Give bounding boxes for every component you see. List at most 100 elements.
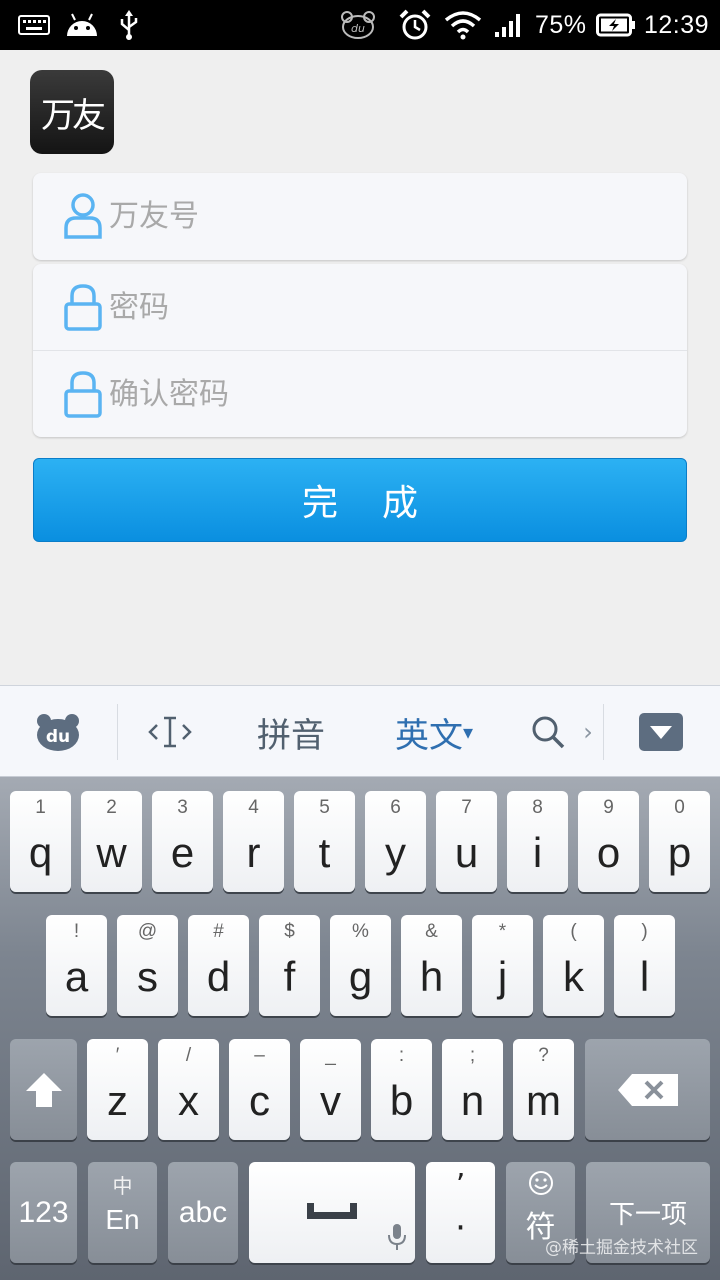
watermark: @稀土掘金技术社区 bbox=[545, 1238, 698, 1258]
key-h[interactable]: & h bbox=[401, 915, 462, 1016]
done-button[interactable]: 完成 bbox=[33, 458, 687, 542]
ime-toolbar: du 拼音 英文 ▾ › bbox=[0, 685, 720, 777]
key-secondary-label: : bbox=[398, 1045, 405, 1066]
key-secondary-label: 2 bbox=[106, 797, 117, 818]
password-input[interactable] bbox=[109, 282, 667, 332]
clock: 12:39 bbox=[644, 10, 710, 39]
key-r[interactable]: 4r bbox=[223, 791, 284, 892]
space-key[interactable] bbox=[249, 1162, 415, 1263]
password-field bbox=[33, 264, 687, 350]
key-primary-label: g bbox=[348, 953, 373, 1000]
english-mode-label: 英文 bbox=[394, 715, 463, 756]
key-secondary-label: – bbox=[254, 1045, 265, 1066]
key-primary-label: f bbox=[283, 953, 296, 1000]
key-secondary-label: / bbox=[185, 1045, 192, 1066]
signal-icon bbox=[494, 0, 524, 50]
baidu-ime-icon: du bbox=[340, 0, 376, 50]
key-secondary-label: 0 bbox=[674, 797, 685, 818]
key-e[interactable]: 3e bbox=[152, 791, 213, 892]
account-field bbox=[33, 173, 687, 259]
app-logo-text: 万友 bbox=[41, 95, 106, 136]
punctuation-key[interactable]: ’ · bbox=[426, 1162, 495, 1263]
password-card bbox=[33, 264, 687, 437]
chevron-down-icon: ▾ bbox=[462, 720, 474, 744]
pinyin-mode-tab[interactable]: 拼音 bbox=[248, 686, 334, 778]
key-x[interactable]: / x bbox=[158, 1039, 219, 1140]
account-input[interactable] bbox=[109, 191, 667, 241]
punct-key-top: ’ bbox=[455, 1168, 466, 1203]
key-secondary-label: 8 bbox=[532, 797, 543, 818]
key-j[interactable]: * j bbox=[472, 915, 533, 1016]
key-secondary-label: & bbox=[425, 921, 438, 942]
key-primary-label: x bbox=[178, 1077, 199, 1124]
search-icon[interactable] bbox=[526, 686, 570, 778]
key-b[interactable]: :b bbox=[371, 1039, 432, 1140]
key-secondary-label: 6 bbox=[390, 797, 401, 818]
key-primary-label: k bbox=[563, 953, 584, 1000]
key-secondary-label: @ bbox=[137, 921, 158, 942]
app-logo: 万友 bbox=[30, 70, 114, 154]
lock-icon bbox=[64, 284, 102, 331]
confirm-password-input[interactable] bbox=[109, 369, 667, 419]
key-f[interactable]: $ f bbox=[259, 915, 320, 1016]
key-s[interactable]: @ s bbox=[117, 915, 178, 1016]
backspace-key[interactable] bbox=[585, 1039, 710, 1140]
key-t[interactable]: 5t bbox=[294, 791, 355, 892]
key-primary-label: p bbox=[667, 829, 692, 876]
key-secondary-label: ) bbox=[641, 921, 648, 942]
key-primary-label: w bbox=[96, 829, 127, 876]
status-bar: du 75% 12:39 bbox=[0, 0, 720, 50]
toolbar-divider bbox=[603, 704, 604, 760]
key-primary-label: a bbox=[64, 953, 89, 1000]
key-primary-label: n bbox=[460, 1077, 485, 1124]
key-primary-label: c bbox=[249, 1077, 270, 1124]
key-n[interactable]: ; n bbox=[442, 1039, 503, 1140]
abc-key[interactable]: abc bbox=[168, 1162, 238, 1263]
key-g[interactable]: % g bbox=[330, 915, 391, 1016]
key-secondary-label: ′ bbox=[115, 1045, 120, 1066]
key-w[interactable]: 2w bbox=[81, 791, 142, 892]
key-m[interactable]: ? m bbox=[513, 1039, 574, 1140]
key-k[interactable]: (k bbox=[543, 915, 604, 1016]
key-primary-label: d bbox=[206, 953, 231, 1000]
key-primary-label: b bbox=[389, 1077, 414, 1124]
key-secondary-label: 1 bbox=[35, 797, 46, 818]
key-p[interactable]: 0p bbox=[649, 791, 710, 892]
numbers-key[interactable]: 123 bbox=[10, 1162, 77, 1263]
battery-percent: 75% bbox=[535, 10, 587, 39]
numbers-key-label: 123 bbox=[18, 1195, 69, 1229]
usb-icon bbox=[118, 0, 140, 50]
language-switch-key[interactable]: 中 En bbox=[88, 1162, 157, 1263]
svg-text:du: du bbox=[46, 727, 70, 747]
account-card bbox=[33, 173, 687, 260]
key-q[interactable]: 1q bbox=[10, 791, 71, 892]
key-d[interactable]: # d bbox=[188, 915, 249, 1016]
punct-key-bottom: · bbox=[455, 1208, 466, 1248]
key-secondary-label: $ bbox=[284, 921, 295, 942]
key-a[interactable]: ! a bbox=[46, 915, 107, 1016]
shift-key[interactable] bbox=[10, 1039, 77, 1140]
key-i[interactable]: 8i bbox=[507, 791, 568, 892]
key-o[interactable]: 9o bbox=[578, 791, 639, 892]
more-arrow-icon[interactable]: › bbox=[576, 686, 600, 778]
baidu-ime-logo-icon[interactable]: du bbox=[30, 686, 86, 778]
key-c[interactable]: – c bbox=[229, 1039, 290, 1140]
key-v[interactable]: _ v bbox=[300, 1039, 361, 1140]
key-primary-label: i bbox=[532, 829, 543, 876]
key-y[interactable]: 6y bbox=[365, 791, 426, 892]
key-primary-label: y bbox=[385, 829, 406, 876]
english-mode-tab[interactable]: 英文 ▾ bbox=[384, 686, 484, 778]
key-primary-label: t bbox=[318, 829, 331, 876]
confirm-password-field bbox=[33, 351, 687, 437]
key-z[interactable]: ′ z bbox=[87, 1039, 148, 1140]
shift-arrow-icon bbox=[10, 1039, 77, 1140]
key-secondary-label: 3 bbox=[177, 797, 188, 818]
key-l[interactable]: ) l bbox=[614, 915, 675, 1016]
key-primary-label: q bbox=[28, 829, 53, 876]
key-primary-label: s bbox=[137, 953, 158, 1000]
cursor-move-icon[interactable] bbox=[140, 686, 200, 778]
hide-keyboard-icon[interactable] bbox=[638, 686, 684, 778]
lock-icon bbox=[64, 371, 102, 418]
key-u[interactable]: 7u bbox=[436, 791, 497, 892]
svg-text:du: du bbox=[351, 22, 365, 35]
